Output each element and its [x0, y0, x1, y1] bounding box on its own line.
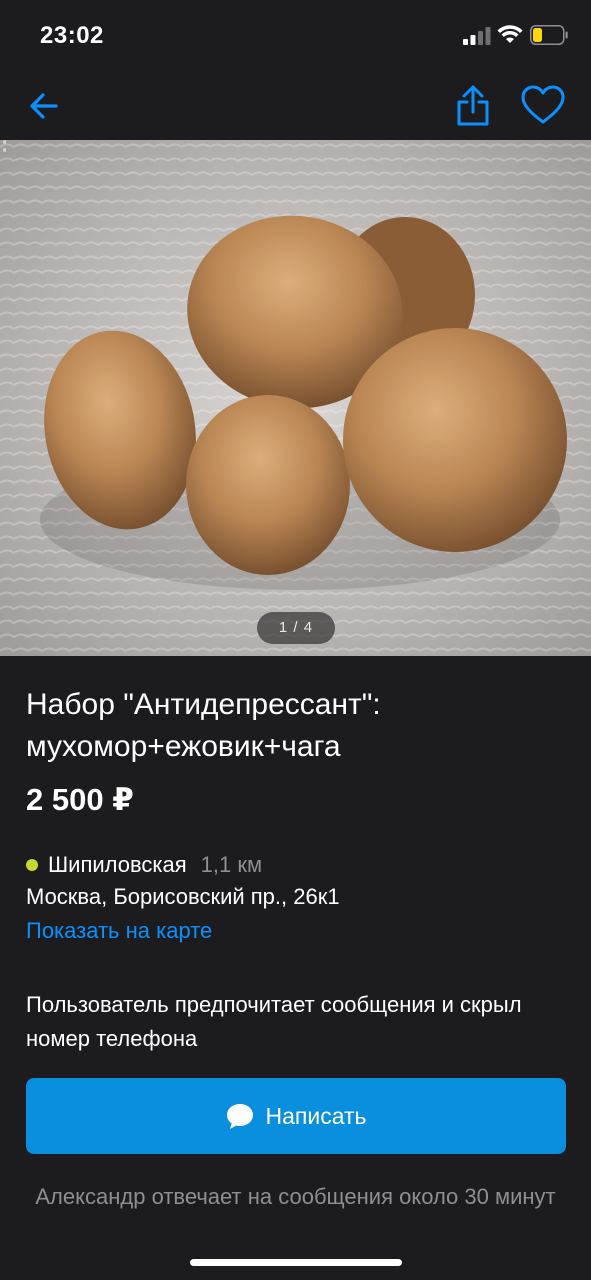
- write-message-button[interactable]: Написать: [26, 1078, 566, 1154]
- status-bar: 23:02: [0, 0, 591, 72]
- address: Москва, Борисовский пр., 26к1: [26, 884, 340, 909]
- metro-line-dot-icon: [26, 859, 38, 871]
- heart-icon: [521, 85, 565, 124]
- battery-icon: [530, 25, 568, 45]
- contact-preference-text: Пользователь предпочитает сообщения и ск…: [26, 992, 522, 1051]
- favorite-button[interactable]: [520, 84, 566, 126]
- listing-photo[interactable]: 1 / 4: [0, 140, 591, 656]
- share-button[interactable]: [452, 84, 494, 128]
- wifi-icon: [497, 25, 523, 43]
- nav-bar: [0, 72, 591, 140]
- metro-station-name: Шипиловская: [48, 852, 187, 877]
- more-dots-icon: [3, 140, 6, 152]
- metro-distance: 1,1 км: [200, 852, 263, 877]
- chat-bubble-icon: [227, 1104, 254, 1129]
- share-icon: [457, 85, 489, 126]
- reply-time-note: Александр отвечает на сообщения около 30…: [35, 1184, 556, 1209]
- cellular-signal-icon: [463, 27, 491, 45]
- status-time: 23:02: [40, 22, 104, 49]
- metro-station: Шипиловская 1,1 км: [26, 850, 262, 880]
- mushroom-photo: [0, 140, 591, 656]
- listing-title: Набор "Антидепрессант": мухомор+ежовик+ч…: [26, 688, 381, 763]
- photo-counter: 1 / 4: [257, 612, 335, 644]
- back-button[interactable]: [24, 86, 64, 126]
- show-on-map-link[interactable]: Показать на карте: [26, 918, 212, 944]
- listing-page: 23:02 1 / 4 Набор "Антидепрессант": мухо…: [0, 0, 591, 1280]
- listing-price: 2 500 ₽: [26, 782, 134, 817]
- arrow-left-icon: [30, 93, 58, 119]
- home-indicator[interactable]: [190, 1259, 402, 1266]
- write-button-label: Написать: [265, 1102, 367, 1129]
